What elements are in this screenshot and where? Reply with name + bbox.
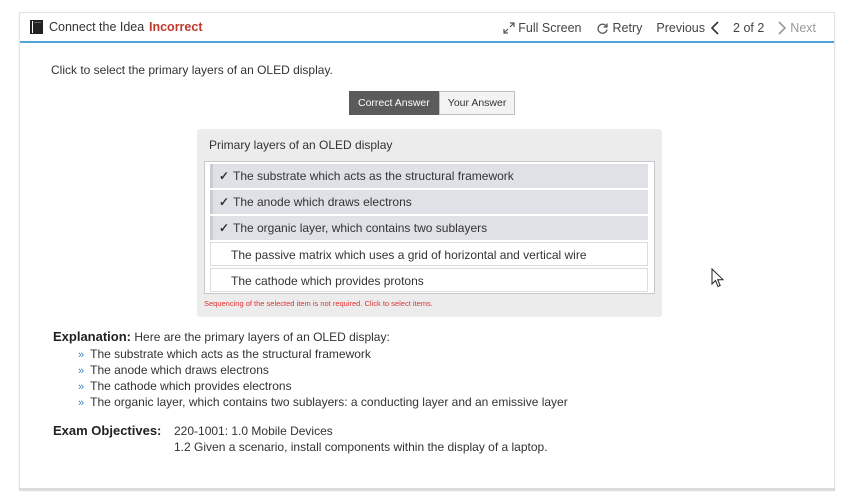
next-label: Next (790, 21, 816, 35)
activity-title: Connect the Idea (49, 20, 145, 34)
retry-label: Retry (612, 21, 643, 35)
next-button[interactable]: Next (776, 21, 816, 35)
list-item: » The cathode which provides electrons (78, 379, 292, 393)
mouse-cursor-icon (711, 268, 725, 288)
your-answer-tab[interactable]: Your Answer (438, 91, 516, 115)
chevron-left-icon (710, 21, 719, 35)
choice-item[interactable]: The cathode which provides protons (210, 268, 648, 292)
list-item: » The substrate which acts as the structu… (78, 347, 371, 361)
check-icon: ✓ (218, 169, 229, 183)
bullet-arrow-icon: » (78, 365, 85, 377)
explanation-intro: Here are the primary layers of an OLED d… (134, 330, 390, 344)
explanation-label: Explanation: (53, 329, 132, 344)
selection-hint: Sequencing of the selected item is not r… (204, 299, 433, 308)
selection-panel: Primary layers of an OLED display ✓ The s… (197, 129, 662, 317)
choice-item[interactable]: The passive matrix which uses a grid of … (210, 242, 648, 266)
bullet-arrow-icon: » (78, 397, 85, 409)
choice-label: The anode which draws electrons (233, 195, 412, 209)
result-status: Incorrect (149, 20, 203, 34)
choice-label: The cathode which provides protons (231, 274, 424, 288)
retry-icon (596, 23, 608, 34)
correct-answer-tab[interactable]: Correct Answer (349, 91, 439, 115)
list-item: » The organic layer, which contains two s… (78, 395, 568, 409)
question-prompt: Click to select the primary layers of an… (51, 63, 333, 77)
bullet-arrow-icon: » (78, 349, 85, 361)
panel-title: Primary layers of an OLED display (209, 138, 393, 152)
card-shadow (19, 488, 835, 491)
choice-label: The passive matrix which uses a grid of … (231, 248, 587, 262)
expand-icon (503, 22, 515, 34)
question-header: Connect the Idea Incorrect Full Screen R… (20, 13, 834, 43)
exam-objectives-label: Exam Objectives: (53, 423, 162, 438)
exam-objective-line: 220-1001: 1.0 Mobile Devices (174, 424, 333, 438)
list-item: » The anode which draws electrons (78, 363, 269, 377)
answer-toggle: Correct Answer Your Answer (349, 91, 516, 115)
bullet-arrow-icon: » (78, 381, 85, 393)
previous-label: Previous (656, 21, 706, 35)
chevron-right-icon (778, 21, 787, 35)
choice-label: The organic layer, which contains two su… (233, 221, 488, 235)
choice-label: The substrate which acts as the structur… (233, 169, 514, 183)
header-toolbar: Full Screen Retry Previous 2 of 2 Next (503, 19, 816, 37)
full-screen-label: Full Screen (518, 21, 582, 35)
choice-item[interactable]: ✓ The anode which draws electrons (210, 190, 648, 214)
previous-button[interactable]: Previous (656, 21, 721, 35)
check-icon: ✓ (218, 221, 229, 235)
retry-button[interactable]: Retry (596, 21, 643, 35)
question-card: Connect the Idea Incorrect Full Screen R… (19, 12, 835, 490)
explanation-heading: Explanation: Here are the primary layers… (53, 329, 390, 344)
page-indicator: 2 of 2 (733, 21, 765, 35)
choice-item[interactable]: ✓ The substrate which acts as the structu… (210, 164, 648, 188)
choice-list: ✓ The substrate which acts as the structu… (204, 161, 655, 294)
full-screen-button[interactable]: Full Screen (503, 21, 582, 35)
exam-objective-line: 1.2 Given a scenario, install components… (174, 440, 548, 454)
explanation-list: » The substrate which acts as the structu… (78, 346, 568, 410)
book-icon (30, 20, 43, 34)
choice-item[interactable]: ✓ The organic layer, which contains two s… (210, 216, 648, 240)
check-icon: ✓ (218, 195, 229, 209)
